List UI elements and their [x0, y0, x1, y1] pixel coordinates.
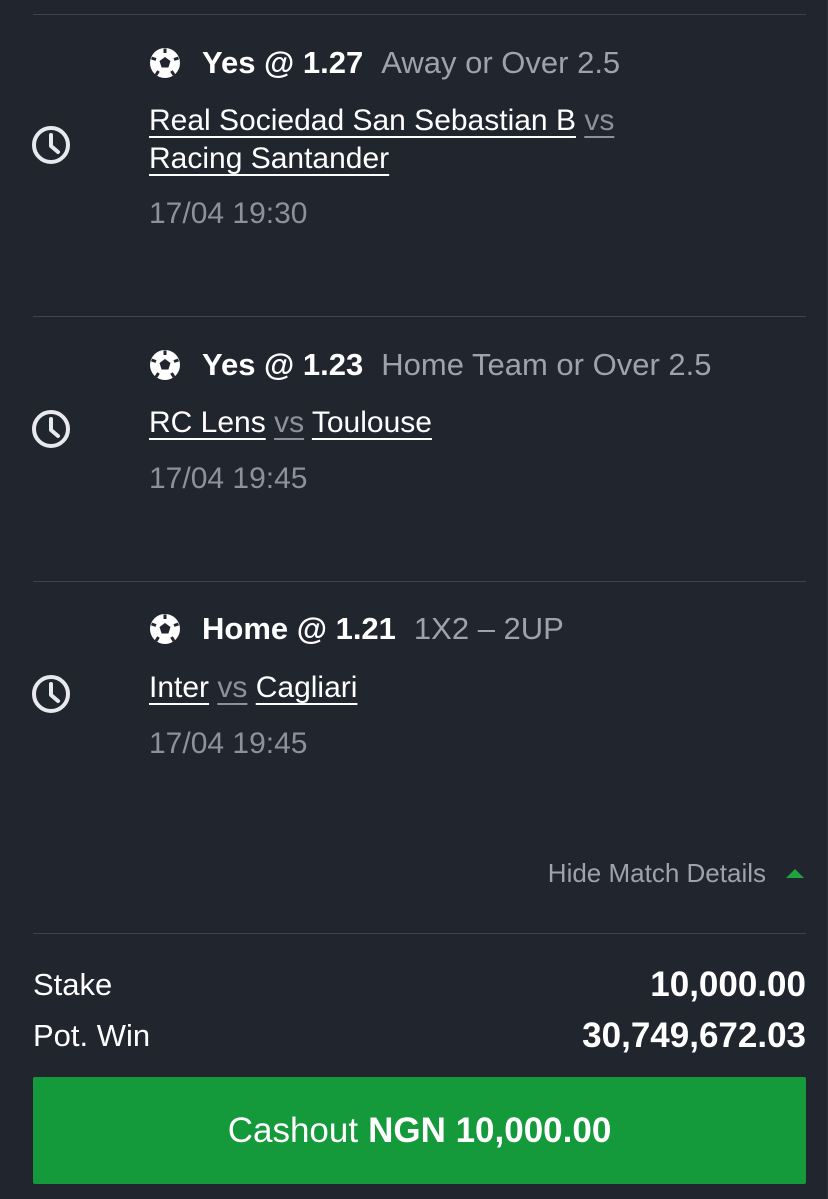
clock-icon — [32, 410, 70, 448]
hide-match-details-toggle[interactable]: Hide Match Details — [548, 858, 804, 889]
soccer-ball-icon — [150, 614, 180, 644]
match-names: Inter vs Cagliari — [149, 669, 357, 707]
match-names: RC Lens vs Toulouse — [149, 404, 432, 442]
match-datetime: 17/04 19:30 — [149, 197, 308, 230]
pot-win-row: Pot. Win 30,749,672.03 — [33, 1016, 806, 1056]
away-team-link[interactable]: Racing Santander — [149, 142, 389, 175]
selection-line: Yes @ 1.23 Home Team or Over 2.5 — [148, 347, 711, 383]
hide-match-details-label: Hide Match Details — [547, 858, 766, 888]
market-label: Home Team or Over 2.5 — [381, 347, 712, 382]
clock-icon — [32, 675, 70, 713]
match-datetime: 17/04 19:45 — [149, 727, 308, 760]
pot-win-value: 30,749,672.03 — [582, 1016, 806, 1055]
divider — [33, 581, 806, 582]
stake-row: Stake 10,000.00 — [33, 965, 806, 1005]
stake-label: Stake — [33, 967, 113, 1002]
away-team-link[interactable]: Cagliari — [256, 671, 358, 704]
away-team-link[interactable]: Toulouse — [312, 406, 432, 439]
cashout-prefix: Cashout — [227, 1110, 359, 1150]
divider — [33, 316, 806, 317]
cashout-button[interactable]: Cashout NGN 10,000.00 — [33, 1077, 806, 1184]
selection-line: Yes @ 1.27 Away or Over 2.5 — [148, 45, 620, 81]
caret-up-icon — [786, 869, 804, 878]
vs-label: vs — [584, 104, 615, 137]
divider — [33, 14, 806, 15]
clock-icon — [32, 126, 70, 164]
selection-line: Home @ 1.21 1X2 – 2UP — [148, 611, 564, 647]
market-label: 1X2 – 2UP — [413, 611, 564, 646]
match-names: Real Sociedad San Sebastian B vs Racing … — [149, 102, 614, 178]
soccer-ball-icon — [150, 350, 180, 380]
bet-slip-page: Yes @ 1.27 Away or Over 2.5 Real Socieda… — [0, 0, 828, 1199]
home-team-link[interactable]: RC Lens — [149, 406, 266, 439]
cashout-amount: NGN 10,000.00 — [368, 1110, 612, 1150]
match-datetime: 17/04 19:45 — [149, 462, 308, 495]
vs-label: vs — [274, 406, 305, 439]
market-label: Away or Over 2.5 — [381, 45, 621, 80]
stake-value: 10,000.00 — [650, 965, 806, 1004]
vs-label: vs — [217, 671, 248, 704]
divider — [33, 933, 806, 934]
pick-label: Home @ 1.21 — [202, 611, 396, 646]
pick-label: Yes @ 1.23 — [202, 347, 364, 382]
soccer-ball-icon — [150, 48, 180, 78]
pick-label: Yes @ 1.27 — [202, 45, 364, 80]
pot-win-label: Pot. Win — [33, 1018, 151, 1053]
home-team-link[interactable]: Inter — [149, 671, 209, 704]
home-team-link[interactable]: Real Sociedad San Sebastian B — [149, 104, 576, 137]
